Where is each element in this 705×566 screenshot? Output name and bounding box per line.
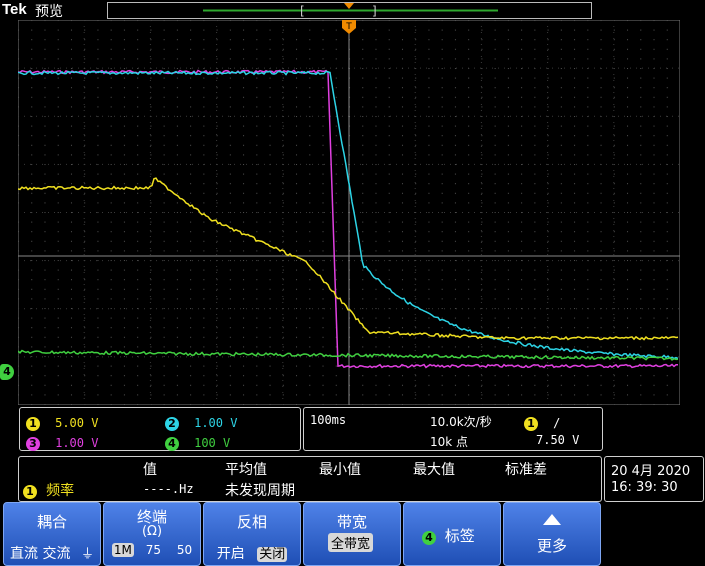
ch3-scale: 1.00 V: [55, 436, 99, 450]
ch4-readout[interactable]: 4 100 V: [165, 432, 230, 451]
coupling-dc[interactable]: 直流: [10, 546, 38, 562]
channel-scale-panel: 1 5.00 V 2 1.00 V 3 1.00 V 4 100 V: [19, 407, 301, 451]
date-display: 20 4月 2020: [611, 464, 691, 479]
ch2-scale: 1.00 V: [194, 416, 238, 430]
meas-header-value: 值: [143, 462, 157, 478]
more-softkey[interactable]: 更多: [503, 502, 601, 566]
invert-off[interactable]: 关闭: [257, 547, 288, 562]
meas-header-max: 最大值: [413, 462, 455, 478]
coupling-title: 耦合: [36, 513, 67, 531]
ch2-badge: 2: [165, 417, 179, 431]
termination-unit: (Ω): [141, 524, 163, 539]
record-view-bar[interactable]: [ ]: [107, 2, 592, 19]
trigger-slope-icon: /: [553, 416, 561, 430]
trigger-channel-badge: 1: [524, 417, 538, 431]
meas-header-mean: 平均值: [225, 462, 267, 478]
meas-header-min: 最小值: [319, 462, 361, 478]
more-title: 更多: [536, 537, 567, 555]
acquisition-mode: 预览: [35, 4, 63, 20]
label-channel-badge: 4: [422, 531, 436, 545]
meas-source-badge: 1: [23, 485, 37, 499]
invert-on[interactable]: 开启: [217, 546, 245, 562]
meas-source: 1 频率: [23, 480, 74, 500]
ch1-readout[interactable]: 1 5.00 V: [26, 412, 98, 431]
timebase-trigger-panel[interactable]: 100ms 10.0k次/秒 10k 点 1 / 7.50 V: [303, 407, 603, 451]
datetime-panel: 20 4月 2020 16: 39: 30: [604, 456, 704, 502]
meas-header-stddev: 标准差: [505, 462, 547, 478]
label-softkey[interactable]: 4 标签: [403, 502, 501, 566]
termination-softkey[interactable]: 终端 (Ω) 1M 75 50: [103, 502, 201, 566]
ch2-readout[interactable]: 2 1.00 V: [165, 412, 237, 431]
ch4-ground-marker[interactable]: 4: [0, 364, 14, 380]
meas-mean: 未发现周期: [225, 483, 295, 499]
ground-icon[interactable]: ⏚: [81, 547, 94, 562]
brand-logo: Tek: [2, 1, 27, 18]
coupling-softkey[interactable]: 耦合 直流 交流 ⏚: [3, 502, 101, 566]
termination-1m[interactable]: 1M: [111, 543, 134, 557]
termination-75[interactable]: 75: [146, 543, 161, 557]
meas-name: 频率: [46, 483, 75, 499]
trigger-marker-label: T: [345, 22, 352, 32]
svg-text:[: [: [300, 4, 305, 18]
sample-rate: 10.0k次/秒: [430, 415, 492, 429]
ch3-readout[interactable]: 3 1.00 V: [26, 432, 98, 451]
bandwidth-value: 全带宽: [328, 533, 374, 552]
bandwidth-softkey[interactable]: 带宽 全带宽: [303, 502, 401, 566]
up-arrow-icon: [543, 514, 561, 525]
ch4-badge: 4: [165, 437, 179, 451]
ch1-scale: 5.00 V: [55, 416, 99, 430]
record-length: 10k 点: [430, 435, 469, 449]
termination-50[interactable]: 50: [177, 543, 192, 557]
meas-value: ----.Hz: [143, 482, 194, 496]
horizontal-scale: 100ms: [310, 413, 347, 427]
waveform-display[interactable]: T: [18, 20, 680, 405]
measurement-panel[interactable]: 值 平均值 最小值 最大值 标准差 1 频率 ----.Hz 未发现周期: [18, 456, 602, 502]
coupling-ac[interactable]: 交流: [42, 546, 70, 562]
record-view-graphic: [ ]: [203, 3, 498, 18]
ch3-badge: 3: [26, 437, 40, 451]
svg-text:]: ]: [372, 4, 377, 18]
time-display: 16: 39: 30: [611, 480, 678, 495]
label-title: 标签: [444, 527, 475, 545]
invert-title: 反相: [236, 513, 267, 531]
ch1-badge: 1: [26, 417, 40, 431]
trigger-level: 7.50 V: [536, 433, 580, 447]
trigger-source: 1 /: [524, 412, 560, 431]
invert-softkey[interactable]: 反相 开启 关闭: [203, 502, 301, 566]
bandwidth-title: 带宽: [336, 513, 367, 531]
ch4-scale: 100 V: [194, 436, 231, 450]
